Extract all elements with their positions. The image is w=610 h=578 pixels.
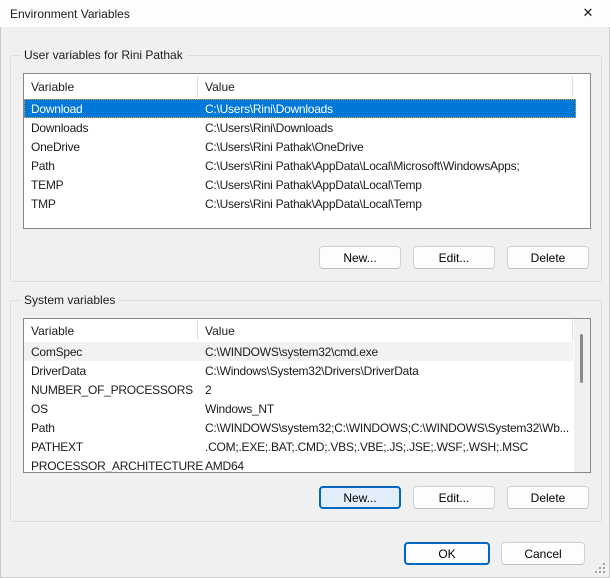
table-row[interactable]: OSWindows_NT [24,399,573,418]
value-cell: C:\WINDOWS\system32;C:\WINDOWS;C:\WINDOW… [197,421,573,435]
table-row[interactable]: DownloadsC:\Users\Rini\Downloads [24,118,576,137]
variable-cell: TEMP [24,178,197,192]
user-delete-button[interactable]: Delete [507,246,589,269]
title-bar: Environment Variables [0,0,610,27]
user-variables-group: User variables for Rini Pathak Variable … [10,55,602,282]
user-group-title: User variables for Rini Pathak [20,48,187,63]
variable-cell: Downloads [24,121,197,135]
table-row[interactable]: DriverDataC:\Windows\System32\Drivers\Dr… [24,361,573,380]
system-table-header: Variable Value [24,319,590,342]
window-title: Environment Variables [10,7,130,21]
value-cell: 2 [197,383,573,397]
scrollbar-thumb[interactable] [580,334,583,383]
variable-cell: OneDrive [24,140,197,154]
table-row[interactable]: NUMBER_OF_PROCESSORS2 [24,380,573,399]
table-row[interactable]: TMPC:\Users\Rini Pathak\AppData\Local\Te… [24,194,576,213]
variable-cell: Path [24,421,197,435]
value-cell: C:\Users\Rini Pathak\OneDrive [197,140,576,154]
column-header-variable: Variable [24,80,197,94]
vertical-scrollbar[interactable] [574,319,590,472]
value-cell: AMD64 [197,459,573,473]
environment-variables-dialog: { "window": { "title": "Environment Vari… [0,0,610,578]
table-row[interactable]: PROCESSOR_ARCHITECTUREAMD64 [24,456,573,473]
value-cell: C:\Windows\System32\Drivers\DriverData [197,364,573,378]
value-cell: C:\Users\Rini\Downloads [197,102,576,116]
column-header-value: Value [197,80,590,94]
system-variables-group: System variables Variable Value ComSpecC… [10,300,602,522]
value-cell: C:\Users\Rini Pathak\AppData\Local\Temp [197,197,576,211]
table-row[interactable]: TEMPC:\Users\Rini Pathak\AppData\Local\T… [24,175,576,194]
value-cell: C:\Users\Rini Pathak\AppData\Local\Temp [197,178,576,192]
close-button[interactable]: ✕ [566,0,610,26]
table-row[interactable]: PathC:\Users\Rini Pathak\AppData\Local\M… [24,156,576,175]
variable-cell: NUMBER_OF_PROCESSORS [24,383,197,397]
variable-cell: PATHEXT [24,440,197,454]
value-cell: C:\Users\Rini\Downloads [197,121,576,135]
table-row[interactable]: PATHEXT.COM;.EXE;.BAT;.CMD;.VBS;.VBE;.JS… [24,437,573,456]
cancel-button[interactable]: Cancel [501,542,585,565]
system-edit-button[interactable]: Edit... [413,486,495,509]
user-variables-table: Variable Value DownloadC:\Users\Rini\Dow… [23,73,591,229]
system-delete-button[interactable]: Delete [507,486,589,509]
column-header-variable: Variable [24,324,197,338]
resize-grip[interactable] [595,563,606,574]
table-row[interactable]: ComSpecC:\WINDOWS\system32\cmd.exe [24,342,573,361]
column-header-value: Value [197,324,590,338]
ok-button[interactable]: OK [404,542,490,565]
system-group-title: System variables [20,293,119,308]
user-table-header: Variable Value [24,74,590,99]
close-icon: ✕ [583,5,594,21]
variable-cell: TMP [24,197,197,211]
value-cell: Windows_NT [197,402,573,416]
variable-cell: Path [24,159,197,173]
system-variables-table: Variable Value ComSpecC:\WINDOWS\system3… [23,318,591,473]
table-row[interactable]: OneDriveC:\Users\Rini Pathak\OneDrive [24,137,576,156]
user-table-body: DownloadC:\Users\Rini\DownloadsDownloads… [24,99,590,213]
variable-cell: Download [24,102,197,116]
value-cell: C:\WINDOWS\system32\cmd.exe [197,345,573,359]
user-edit-button[interactable]: Edit... [413,246,495,269]
variable-cell: ComSpec [24,345,197,359]
variable-cell: PROCESSOR_ARCHITECTURE [24,459,197,473]
value-cell: .COM;.EXE;.BAT;.CMD;.VBS;.VBE;.JS;.JSE;.… [197,440,573,454]
variable-cell: DriverData [24,364,197,378]
value-cell: C:\Users\Rini Pathak\AppData\Local\Micro… [197,159,576,173]
table-row[interactable]: DownloadC:\Users\Rini\Downloads [24,99,576,118]
table-row[interactable]: PathC:\WINDOWS\system32;C:\WINDOWS;C:\WI… [24,418,573,437]
user-new-button[interactable]: New... [319,246,401,269]
system-table-body: ComSpecC:\WINDOWS\system32\cmd.exeDriver… [24,342,590,473]
variable-cell: OS [24,402,197,416]
system-new-button[interactable]: New... [319,486,401,509]
